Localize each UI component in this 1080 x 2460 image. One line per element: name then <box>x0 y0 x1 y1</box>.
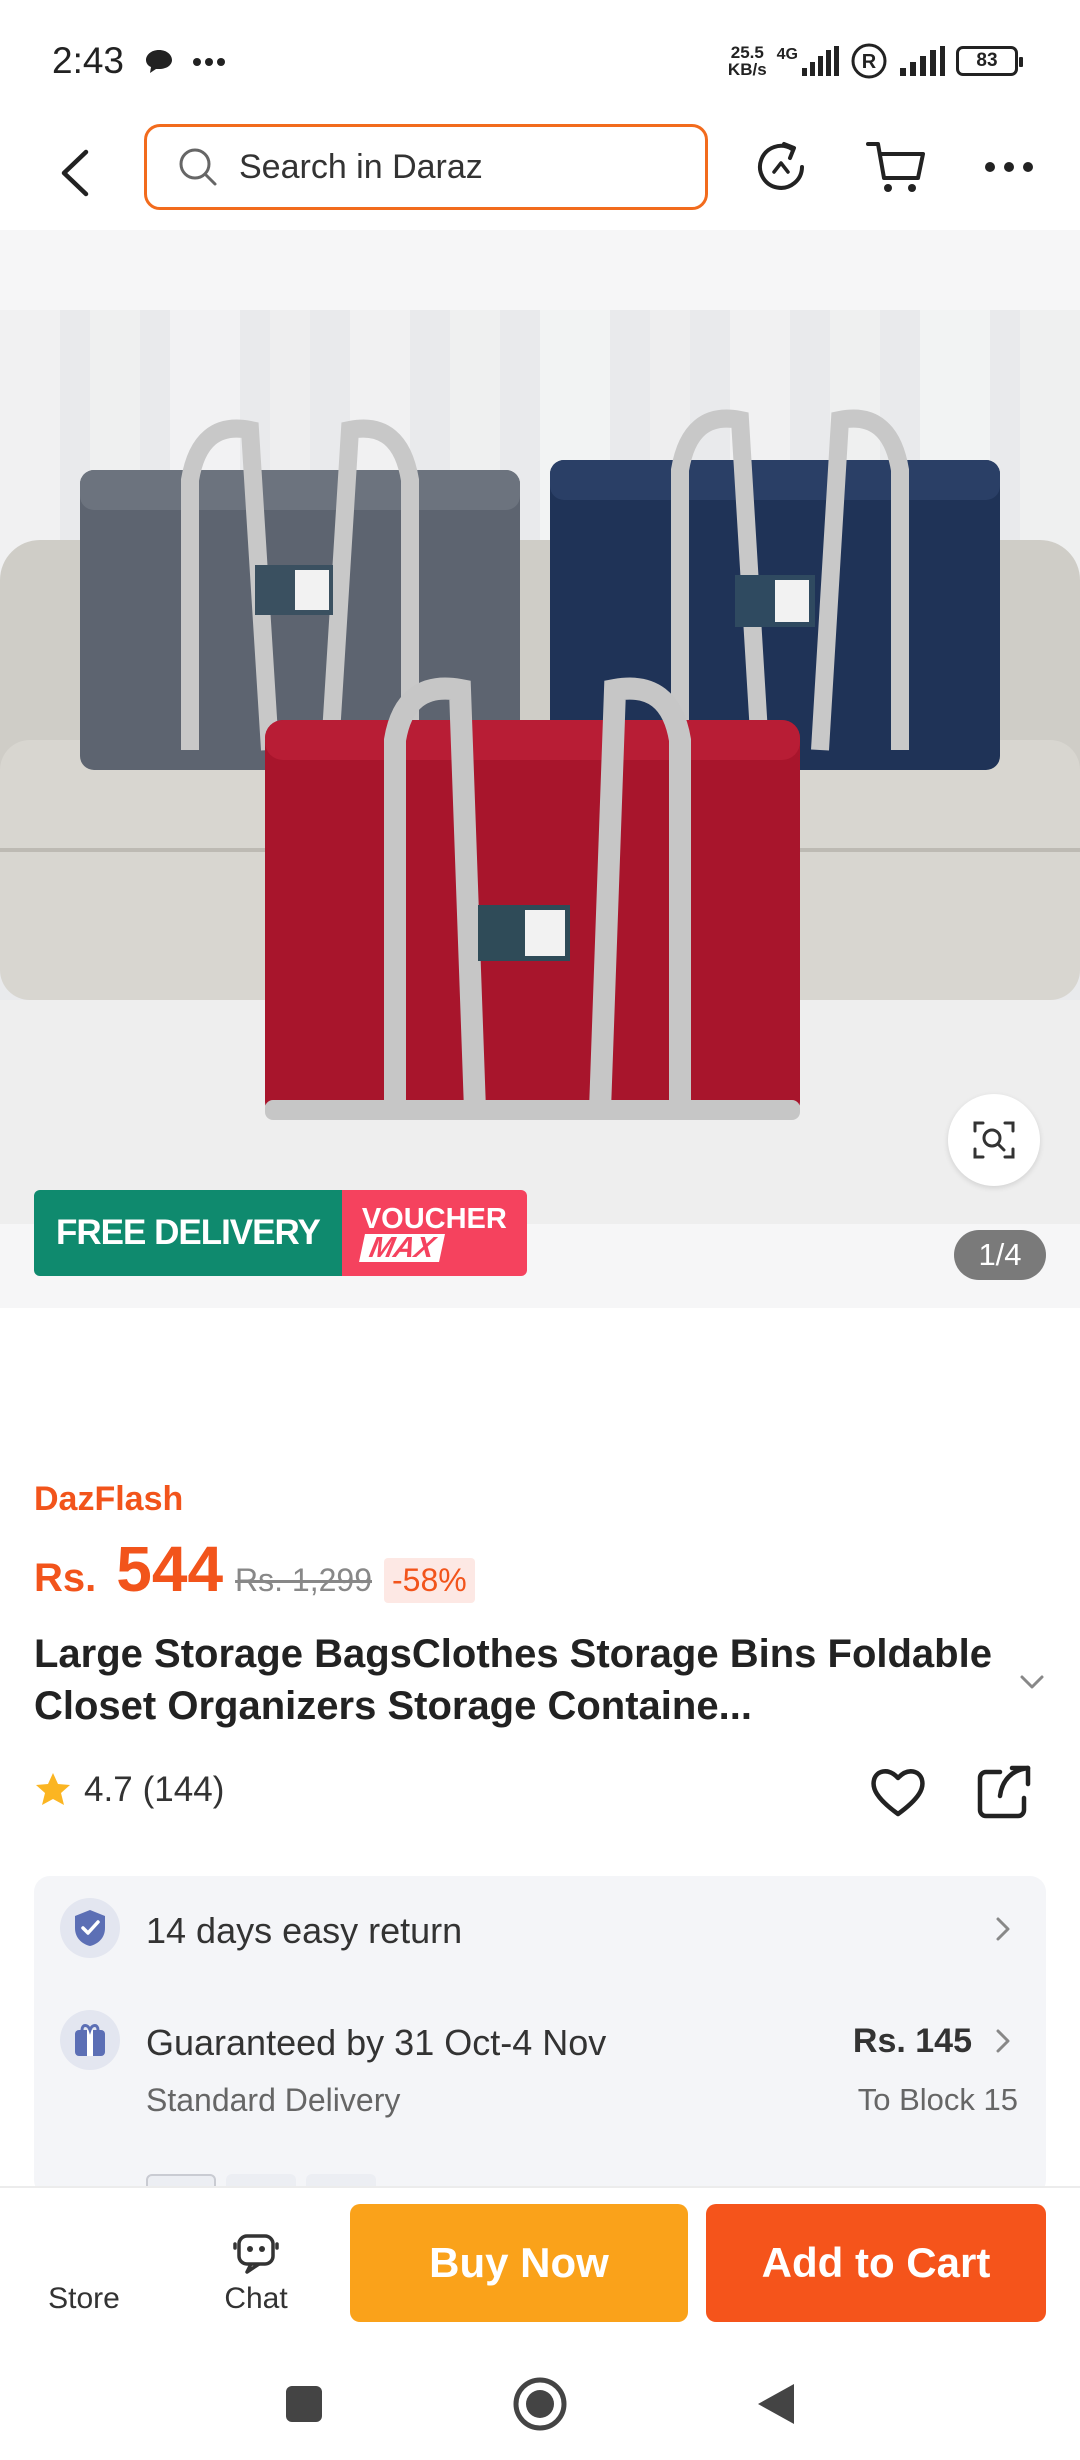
delivery-estimate: Guaranteed by 31 Oct-4 Nov <box>146 2022 607 2063</box>
voucher-max-badge: VOUCHER MAX <box>341 1190 527 1276</box>
network-speed-value: 25.5 <box>730 43 764 62</box>
add-to-cart-button[interactable]: Add to Cart <box>706 2204 1046 2322</box>
top-header: Search in Daraz <box>0 120 1080 230</box>
return-policy-text: 14 days easy return <box>146 1910 463 1951</box>
flash-sale-label: DazFlash <box>34 1480 184 1518</box>
signal-4g: 4G <box>777 46 840 76</box>
delivery-location: To Block 15 <box>857 2082 1018 2117</box>
rating-score: 4.7 <box>84 1770 133 1809</box>
refresh-button[interactable] <box>748 134 814 200</box>
home-button[interactable] <box>510 2374 570 2434</box>
chat-button[interactable]: Chat <box>196 2222 316 2316</box>
refresh-icon <box>758 142 804 190</box>
chat-robot-icon <box>233 2234 279 2274</box>
signal-strength-icon <box>802 46 839 76</box>
store-icon <box>24 2222 144 2276</box>
service-info-card: 14 days easy return Guaranteed by 31 Oct… <box>34 1876 1046 2196</box>
price-currency: Rs. <box>34 1556 97 1600</box>
image-search-icon <box>973 1121 1015 1159</box>
delivery-row[interactable]: Guaranteed by 31 Oct-4 Nov Standard Deli… <box>34 1986 1046 2146</box>
bottom-action-bar: Store Chat Buy Now Add to Cart <box>0 2186 1080 2346</box>
svg-text:R: R <box>862 51 877 73</box>
registered-icon: R <box>851 43 887 79</box>
rating-count: (144) <box>142 1770 225 1809</box>
store-label: Store <box>48 2282 120 2315</box>
original-price: Rs. 1,299 <box>235 1562 372 1598</box>
product-title[interactable]: Large Storage BagsClothes Storage Bins F… <box>34 1628 1014 1732</box>
delivery-fee: Rs. 145 <box>852 2022 972 2060</box>
cart-button[interactable] <box>862 134 928 200</box>
signal-strength-2-icon <box>900 46 945 76</box>
promo-badges: FREE DELIVERY VOUCHER MAX <box>34 1190 527 1276</box>
visual-search-button[interactable] <box>948 1094 1040 1186</box>
system-navigation-bar <box>0 2346 1080 2460</box>
search-placeholder: Search in Daraz <box>239 147 483 186</box>
product-gallery[interactable]: FREE DELIVERY VOUCHER MAX 1/4 <box>0 230 1080 1308</box>
buy-now-button[interactable]: Buy Now <box>350 2204 688 2322</box>
network-type: 4G <box>776 46 798 63</box>
status-system-icons: 25.5 KB/s 4G R 83 <box>728 42 1023 80</box>
square-icon <box>286 2386 322 2422</box>
delivery-box-icon <box>60 2010 120 2070</box>
chat-bubble-icon <box>146 50 172 73</box>
chevron-down-icon[interactable] <box>1016 1666 1048 1698</box>
cart-icon <box>866 142 925 192</box>
return-policy-row[interactable]: 14 days easy return <box>34 1876 1046 1986</box>
status-notification-icons <box>144 48 226 76</box>
home-circle-icon <box>513 2377 567 2431</box>
chevron-left-icon <box>61 149 89 197</box>
product-photo[interactable] <box>0 310 1080 1224</box>
status-time: 2:43 <box>52 40 125 81</box>
system-back-button[interactable] <box>746 2374 806 2434</box>
storage-bags-image <box>0 310 1080 1224</box>
voucher-text: VOUCHER <box>361 1203 507 1235</box>
more-icon <box>985 162 1033 172</box>
rating-row[interactable]: 4.7 (144) <box>34 1770 224 1810</box>
star-icon <box>36 1773 70 1805</box>
battery-level: 83 <box>976 50 998 71</box>
more-notifications-icon <box>193 58 225 66</box>
back-button[interactable] <box>48 138 102 208</box>
network-speed-unit: KB/s <box>727 60 767 79</box>
chat-label: Chat <box>224 2282 288 2315</box>
share-icon[interactable] <box>972 1760 1036 1824</box>
battery-icon: 83 <box>956 46 1023 76</box>
image-page-indicator: 1/4 <box>954 1230 1046 1280</box>
more-options-button[interactable] <box>976 134 1042 200</box>
current-price: 544 <box>116 1533 224 1605</box>
chevron-right-icon <box>996 1917 1010 1941</box>
discount-badge: -58% <box>384 1558 475 1603</box>
price-row: Rs. 544 Rs. 1,299 -58% <box>34 1532 475 1606</box>
network-speed: 25.5 KB/s <box>728 44 767 78</box>
shield-icon <box>60 1898 120 1958</box>
free-delivery-badge: FREE DELIVERY <box>34 1190 342 1276</box>
recent-apps-button[interactable] <box>274 2374 334 2434</box>
heart-icon[interactable] <box>866 1760 930 1824</box>
delivery-method: Standard Delivery <box>146 2082 401 2118</box>
status-bar: 2:43 25.5 KB/s 4G R 83 <box>0 0 1080 120</box>
triangle-back-icon <box>758 2384 794 2424</box>
search-input[interactable]: Search in Daraz <box>144 124 708 210</box>
chevron-right-icon <box>996 2029 1010 2053</box>
search-icon <box>179 148 217 186</box>
store-button[interactable]: Store <box>24 2222 144 2316</box>
voucher-max-text: MAX <box>358 1232 446 1264</box>
